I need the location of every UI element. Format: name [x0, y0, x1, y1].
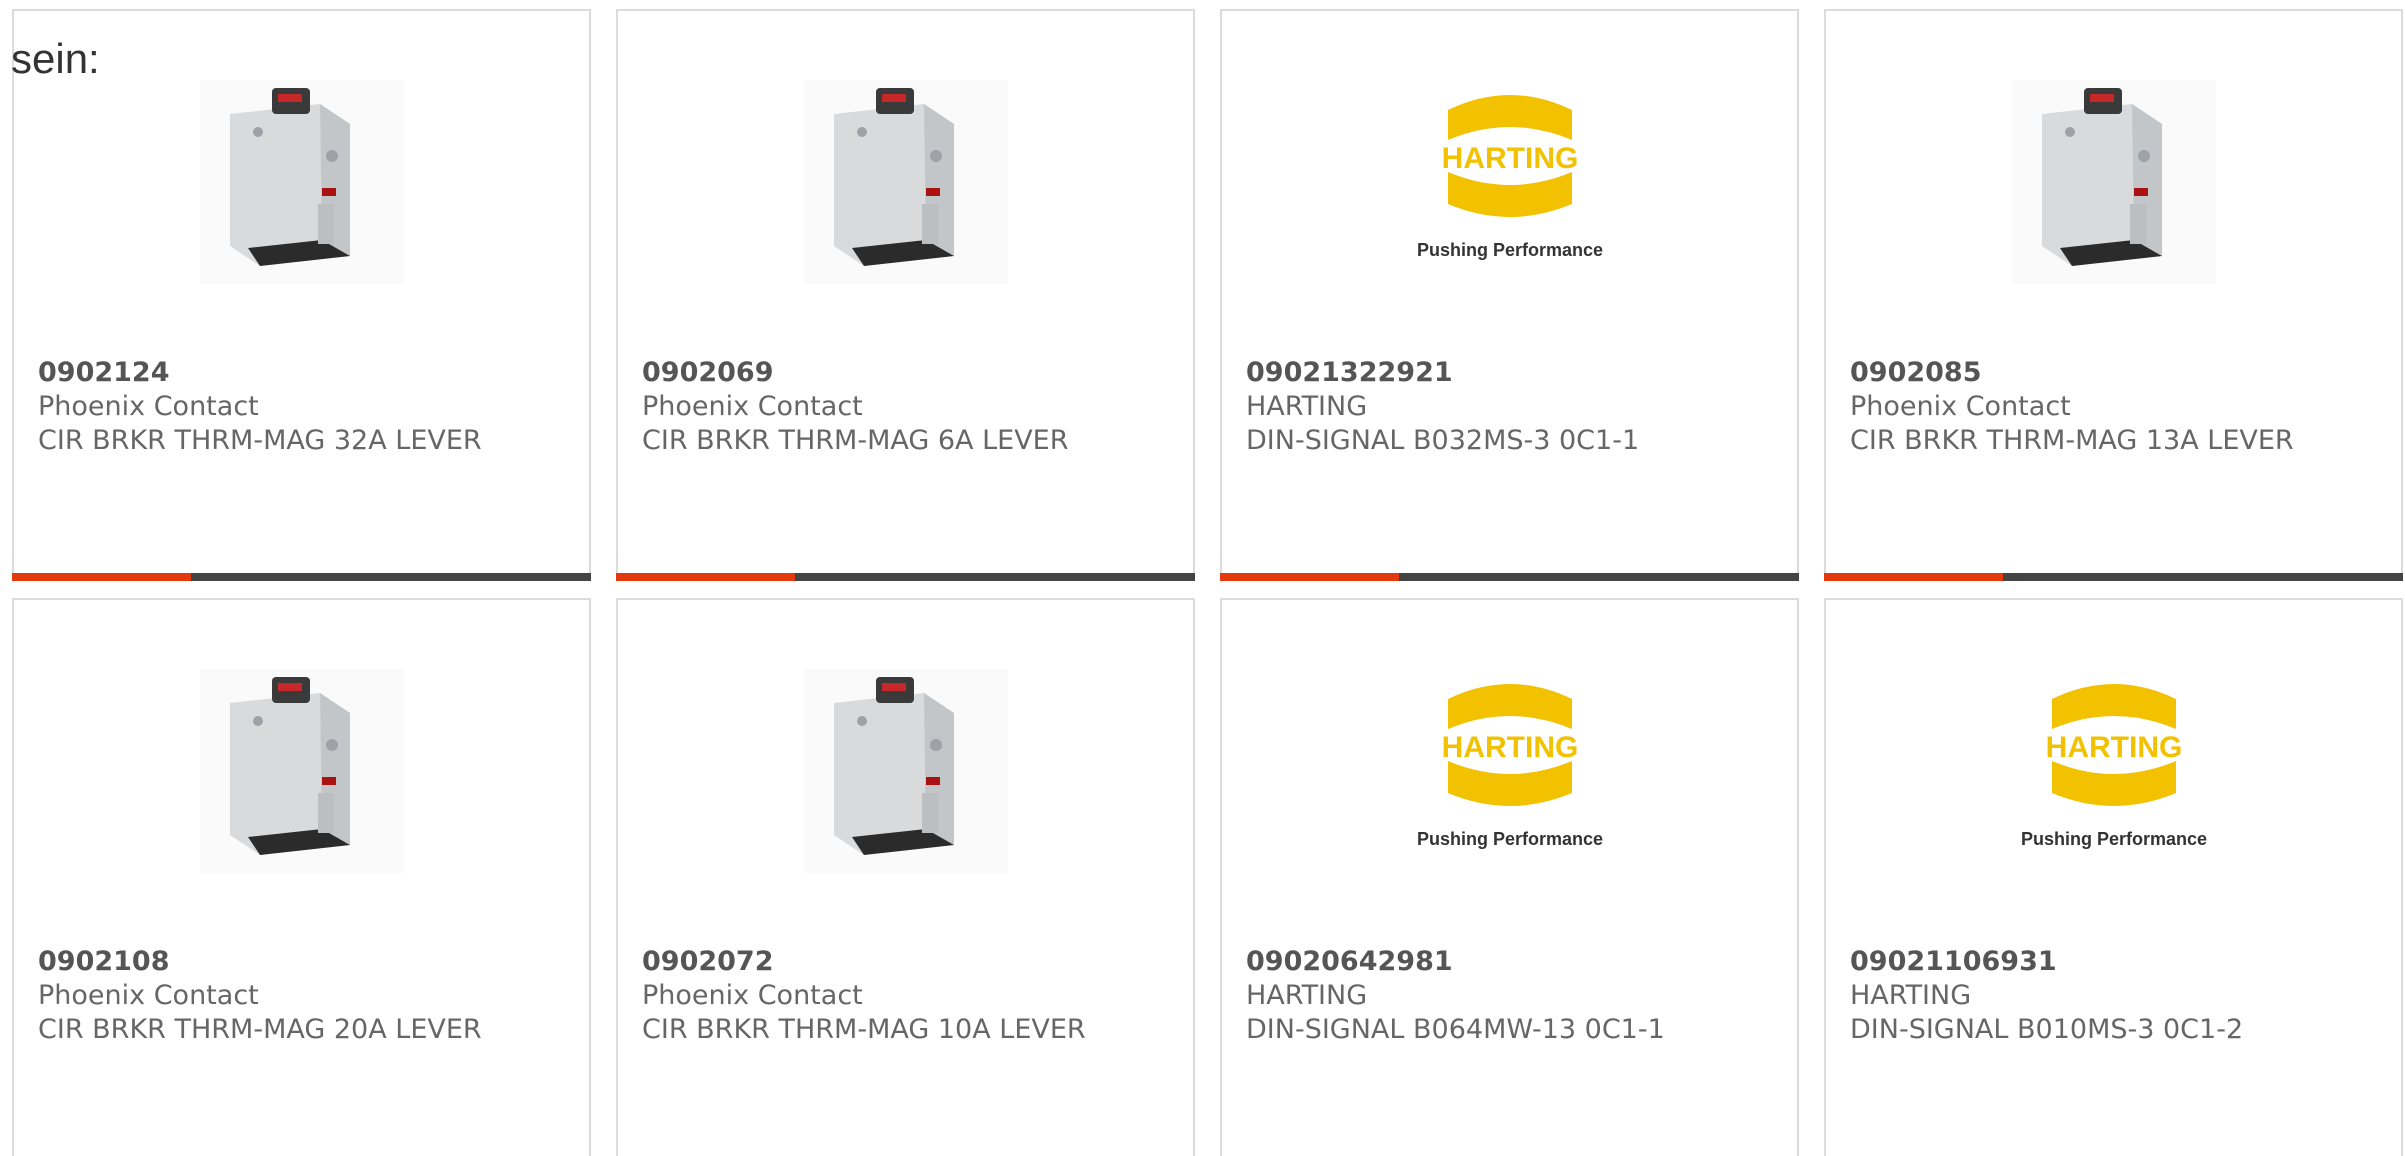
product-card[interactable]: 0902072 Phoenix Contact CIR BRKR THRM-MA…: [616, 598, 1195, 1156]
product-card[interactable]: HARTING Pushing Performance 09021106931 …: [1824, 598, 2403, 1156]
progress-fill: [12, 573, 192, 581]
description: CIR BRKR THRM-MAG 13A LEVER: [1850, 425, 2294, 456]
manufacturer: Phoenix Contact: [642, 980, 863, 1011]
description: CIR BRKR THRM-MAG 6A LEVER: [642, 425, 1069, 456]
part-number[interactable]: 0902124: [38, 356, 573, 390]
manufacturer: HARTING: [1246, 391, 1368, 422]
circuit-breaker-icon: [2011, 80, 2216, 284]
harting-logo: HARTING Pushing Performance: [1407, 80, 1612, 284]
product-card[interactable]: 0902069 Phoenix Contact CIR BRKR THRM-MA…: [616, 9, 1195, 581]
manufacturer: HARTING: [1850, 980, 1972, 1011]
manufacturer: Phoenix Contact: [1850, 391, 2071, 422]
harting-logo-image: HARTING Pushing Performance: [2011, 669, 2216, 873]
circuit-breaker-icon: [199, 80, 404, 284]
harting-logo-text: HARTING: [1441, 142, 1578, 175]
product-card[interactable]: 0902108 Phoenix Contact CIR BRKR THRM-MA…: [12, 598, 591, 1156]
manufacturer: Phoenix Contact: [38, 391, 259, 422]
product-info: 09020642981 HARTING DIN-SIGNAL B064MW-13…: [1246, 945, 1781, 1047]
harting-logo-image: HARTING Pushing Performance: [1407, 669, 1612, 873]
manufacturer: HARTING: [1246, 980, 1368, 1011]
page: sein: 0902124 Phoenix Contact CIR BRKR T…: [0, 0, 2405, 1156]
progress-fill: [1220, 573, 1400, 581]
harting-tagline: Pushing Performance: [2020, 829, 2206, 849]
product-info: 0902072 Phoenix Contact CIR BRKR THRM-MA…: [642, 945, 1177, 1047]
product-card[interactable]: HARTING Pushing Performance 09020642981 …: [1220, 598, 1799, 1156]
description: CIR BRKR THRM-MAG 20A LEVER: [38, 1014, 482, 1045]
part-number[interactable]: 0902072: [642, 945, 1177, 979]
circuit-breaker-image: [2011, 80, 2216, 284]
progress-bar: [1824, 573, 2403, 581]
product-card[interactable]: 0902085 Phoenix Contact CIR BRKR THRM-MA…: [1824, 9, 2403, 581]
progress-bar: [616, 573, 1195, 581]
harting-tagline: Pushing Performance: [1416, 829, 1602, 849]
part-number[interactable]: 0902108: [38, 945, 573, 979]
harting-logo-text: HARTING: [1441, 731, 1578, 764]
product-info: 0902085 Phoenix Contact CIR BRKR THRM-MA…: [1850, 356, 2385, 458]
description: DIN-SIGNAL B010MS-3 0C1-2: [1850, 1014, 2244, 1045]
heading-fragment: sein:: [11, 35, 100, 82]
description: CIR BRKR THRM-MAG 32A LEVER: [38, 425, 482, 456]
product-card[interactable]: HARTING Pushing Performance 09021322921 …: [1220, 9, 1799, 581]
part-number[interactable]: 0902069: [642, 356, 1177, 390]
part-number[interactable]: 0902085: [1850, 356, 2385, 390]
progress-bar: [1220, 573, 1799, 581]
circuit-breaker-image: [199, 80, 404, 284]
circuit-breaker-icon: [803, 669, 1008, 873]
circuit-breaker-image: [199, 669, 404, 873]
product-info: 09021106931 HARTING DIN-SIGNAL B010MS-3 …: [1850, 945, 2385, 1047]
part-number[interactable]: 09020642981: [1246, 945, 1781, 979]
harting-logo: HARTING Pushing Performance: [1407, 669, 1612, 873]
progress-fill: [1824, 573, 2004, 581]
manufacturer: Phoenix Contact: [642, 391, 863, 422]
product-info: 0902069 Phoenix Contact CIR BRKR THRM-MA…: [642, 356, 1177, 458]
description: DIN-SIGNAL B032MS-3 0C1-1: [1246, 425, 1640, 456]
circuit-breaker-icon: [199, 669, 404, 873]
harting-logo: HARTING Pushing Performance: [2011, 669, 2216, 873]
product-info: 09021322921 HARTING DIN-SIGNAL B032MS-3 …: [1246, 356, 1781, 458]
manufacturer: Phoenix Contact: [38, 980, 259, 1011]
harting-tagline: Pushing Performance: [1416, 240, 1602, 260]
product-card[interactable]: 0902124 Phoenix Contact CIR BRKR THRM-MA…: [12, 9, 591, 581]
product-info: 0902124 Phoenix Contact CIR BRKR THRM-MA…: [38, 356, 573, 458]
circuit-breaker-image: [803, 80, 1008, 284]
circuit-breaker-icon: [803, 80, 1008, 284]
harting-logo-image: HARTING Pushing Performance: [1407, 80, 1612, 284]
progress-bar: [12, 573, 591, 581]
part-number[interactable]: 09021322921: [1246, 356, 1781, 390]
product-info: 0902108 Phoenix Contact CIR BRKR THRM-MA…: [38, 945, 573, 1047]
circuit-breaker-image: [803, 669, 1008, 873]
description: CIR BRKR THRM-MAG 10A LEVER: [642, 1014, 1086, 1045]
harting-logo-text: HARTING: [2045, 731, 2182, 764]
part-number[interactable]: 09021106931: [1850, 945, 2385, 979]
description: DIN-SIGNAL B064MW-13 0C1-1: [1246, 1014, 1665, 1045]
progress-fill: [616, 573, 796, 581]
